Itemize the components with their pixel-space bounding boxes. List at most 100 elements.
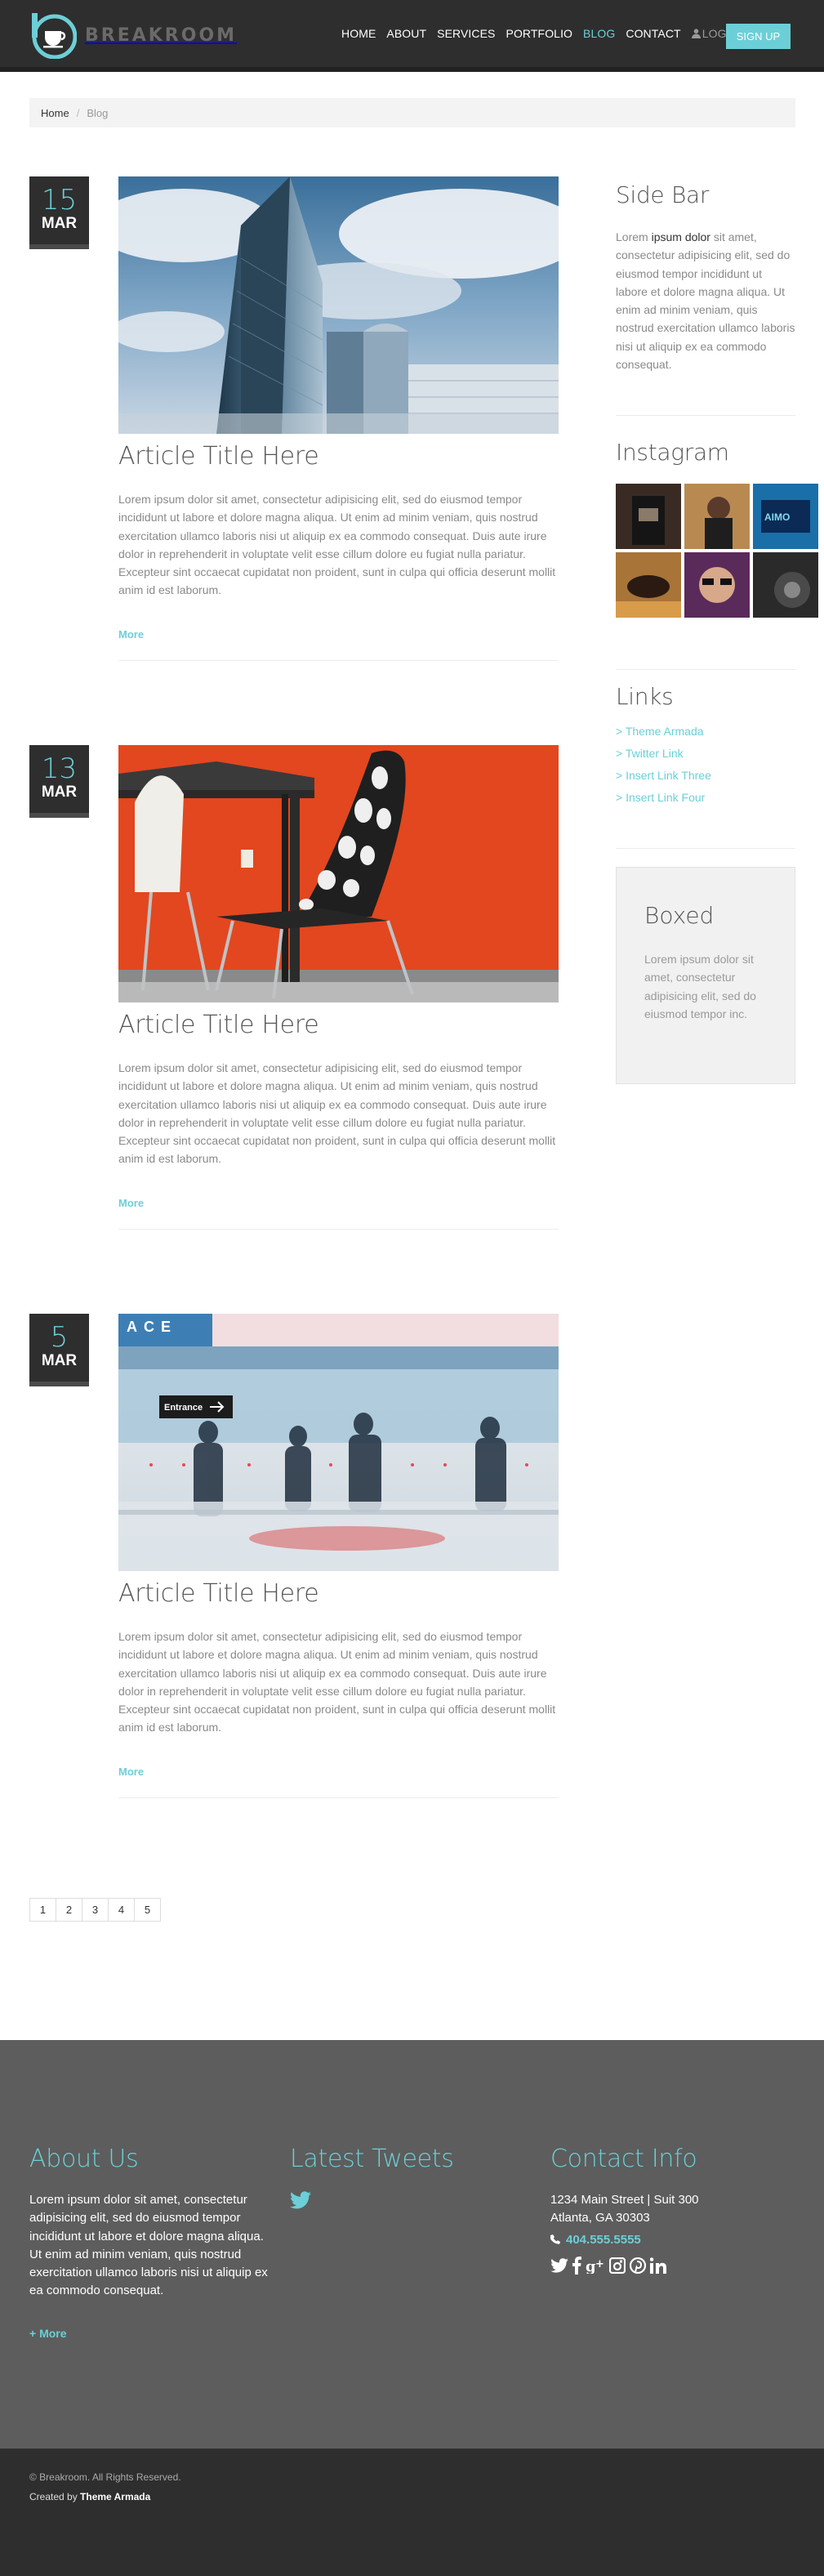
post-date-badge: 13 MAR: [29, 745, 89, 818]
nav-services[interactable]: SERVICES: [437, 27, 495, 40]
footer-about-heading: About Us: [29, 2145, 139, 2173]
blog-post: 13 MAR Article Title Here Lorem ipsum do…: [29, 745, 559, 1235]
user-icon: [691, 29, 701, 38]
post-day: 5: [50, 1321, 69, 1354]
boxed-text: Lorem ipsum dolor sit amet, consectetur …: [644, 953, 756, 1020]
post-image-chair[interactable]: [118, 745, 559, 1002]
post-title[interactable]: Article Title Here: [118, 1011, 319, 1039]
instagram-heading: Instagram: [616, 439, 729, 466]
post-divider: [118, 660, 559, 661]
breadcrumb: Home / Blog: [29, 98, 795, 127]
boxed-heading: Boxed: [644, 902, 715, 929]
created-by: Created by Theme Armada: [29, 2491, 151, 2502]
address-line2: Atlanta, GA 30303: [550, 2211, 650, 2226]
breadcrumb-separator: /: [76, 106, 80, 119]
sidebar-about-text: Lorem ipsum dolor sit amet, consectetur …: [616, 230, 795, 372]
phone-icon: [550, 2234, 561, 2244]
pagination: 1 2 3 4 5: [29, 1898, 161, 1922]
post-title[interactable]: Article Title Here: [118, 1579, 319, 1608]
post-date-badge: 5 MAR: [29, 1314, 89, 1386]
footer-bottom-bar: © Breakroom. All Rights Reserved. Create…: [0, 2449, 824, 2576]
post-title[interactable]: Article Title Here: [118, 442, 319, 471]
footer-tweets: Latest Tweets: [290, 2145, 535, 2213]
post-image-station[interactable]: ACE Entrance: [118, 1314, 559, 1571]
post-month: MAR: [41, 215, 78, 232]
post-divider: [118, 1797, 559, 1798]
main-nav: HOME ABOUT SERVICES PORTFOLIO BLOG CONTA…: [341, 27, 756, 40]
phone-number[interactable]: 404.555.5555: [550, 2233, 795, 2247]
instagram-icon[interactable]: [609, 2257, 626, 2274]
google-plus-icon[interactable]: g +: [586, 2257, 605, 2274]
twitter-icon[interactable]: [290, 2191, 535, 2213]
sidebar-link[interactable]: > Insert Link Four: [616, 791, 705, 804]
post-month: MAR: [41, 784, 78, 801]
post-excerpt: Lorem ipsum dolor sit amet, consectetur …: [118, 1061, 556, 1166]
sidebar-link[interactable]: > Theme Armada: [616, 725, 704, 738]
page-5-button[interactable]: 5: [134, 1898, 161, 1922]
address-line1: 1234 Main Street | Suit 300: [550, 2193, 699, 2207]
coffee-cup-logo-icon: [29, 11, 78, 60]
post-excerpt: Lorem ipsum dolor sit amet, consectetur …: [118, 1630, 556, 1734]
sidebar-link[interactable]: > Twitter Link: [616, 747, 684, 760]
footer-more-link[interactable]: + More: [29, 2327, 67, 2340]
blog-post: 15 MAR Article Title Here Lorem ipsum do…: [29, 176, 559, 667]
nav-contact[interactable]: CONTACT: [626, 27, 680, 40]
breadcrumb-home[interactable]: Home: [41, 107, 69, 119]
sidebar-divider: [616, 669, 795, 670]
post-more-link[interactable]: More: [118, 628, 144, 641]
post-date-badge: 15 MAR: [29, 176, 89, 249]
sidebar-instagram: Instagram AIMO: [616, 439, 818, 618]
nav-home[interactable]: HOME: [341, 27, 376, 40]
signup-button[interactable]: SIGN UP: [726, 24, 791, 49]
sidebar-divider: [616, 415, 795, 416]
instagram-grid: AIMO: [616, 484, 818, 618]
sidebar-heading: Side Bar: [616, 181, 710, 208]
footer-contact-heading: Contact Info: [550, 2145, 697, 2173]
post-excerpt: Lorem ipsum dolor sit amet, consectetur …: [118, 493, 556, 597]
created-by-link[interactable]: Theme Armada: [80, 2491, 150, 2502]
nav-blog[interactable]: BLOG: [583, 27, 615, 40]
sidebar-link[interactable]: > Insert Link Three: [616, 769, 711, 782]
post-more-link[interactable]: More: [118, 1766, 144, 1778]
instagram-thumb[interactable]: [684, 552, 750, 618]
facebook-icon[interactable]: [572, 2256, 581, 2275]
sidebar-about-bold: ipsum dolor: [651, 230, 710, 243]
linkedin-icon[interactable]: [650, 2257, 666, 2274]
post-day: 15: [41, 184, 78, 217]
footer-about: About Us Lorem ipsum dolor sit amet, con…: [29, 2145, 274, 2342]
links-list: > Theme Armada > Twitter Link > Insert L…: [616, 725, 795, 806]
page-2-button[interactable]: 2: [56, 1898, 82, 1922]
post-image-skyscrapers[interactable]: [118, 176, 559, 434]
site-header: BREAKROOM HOME ABOUT SERVICES PORTFOLIO …: [0, 0, 824, 72]
post-more-link[interactable]: More: [118, 1197, 144, 1209]
footer-tweets-heading: Latest Tweets: [290, 2145, 454, 2173]
instagram-thumb[interactable]: [616, 552, 681, 618]
instagram-thumb[interactable]: AIMO: [753, 484, 818, 549]
instagram-thumb[interactable]: [684, 484, 750, 549]
copyright-text: © Breakroom. All Rights Reserved.: [29, 2471, 181, 2483]
sidebar-divider: [616, 848, 795, 849]
station-sign-text: ACE: [127, 1319, 177, 1335]
footer-contact: Contact Info 1234 Main Street | Suit 300…: [550, 2145, 795, 2275]
instagram-thumb[interactable]: [616, 484, 681, 549]
pinterest-icon[interactable]: [630, 2257, 646, 2274]
blog-post: 5 MAR ACE Entrance Article Title Here Lo…: [29, 1314, 559, 1804]
nav-about[interactable]: ABOUT: [386, 27, 426, 40]
twitter-icon[interactable]: [550, 2257, 568, 2273]
page-3-button[interactable]: 3: [82, 1898, 109, 1922]
post-day: 13: [41, 752, 78, 785]
svg-text:AIMO: AIMO: [764, 511, 790, 523]
boxed-widget: Boxed Lorem ipsum dolor sit amet, consec…: [616, 867, 795, 1084]
post-month: MAR: [41, 1352, 78, 1369]
footer-about-text: Lorem ipsum dolor sit amet, consectetur …: [29, 2193, 268, 2298]
sidebar-about: Side Bar Lorem ipsum dolor sit amet, con…: [616, 181, 795, 373]
social-icons: g +: [550, 2256, 795, 2275]
instagram-thumb[interactable]: [753, 552, 818, 618]
brand-logo[interactable]: BREAKROOM: [29, 11, 238, 60]
post-divider: [118, 1229, 559, 1230]
nav-portfolio[interactable]: PORTFOLIO: [506, 27, 573, 40]
brand-name: BREAKROOM: [85, 25, 238, 46]
page-4-button[interactable]: 4: [108, 1898, 135, 1922]
page-1-button[interactable]: 1: [29, 1898, 56, 1922]
svg-text:+: +: [595, 2258, 604, 2270]
